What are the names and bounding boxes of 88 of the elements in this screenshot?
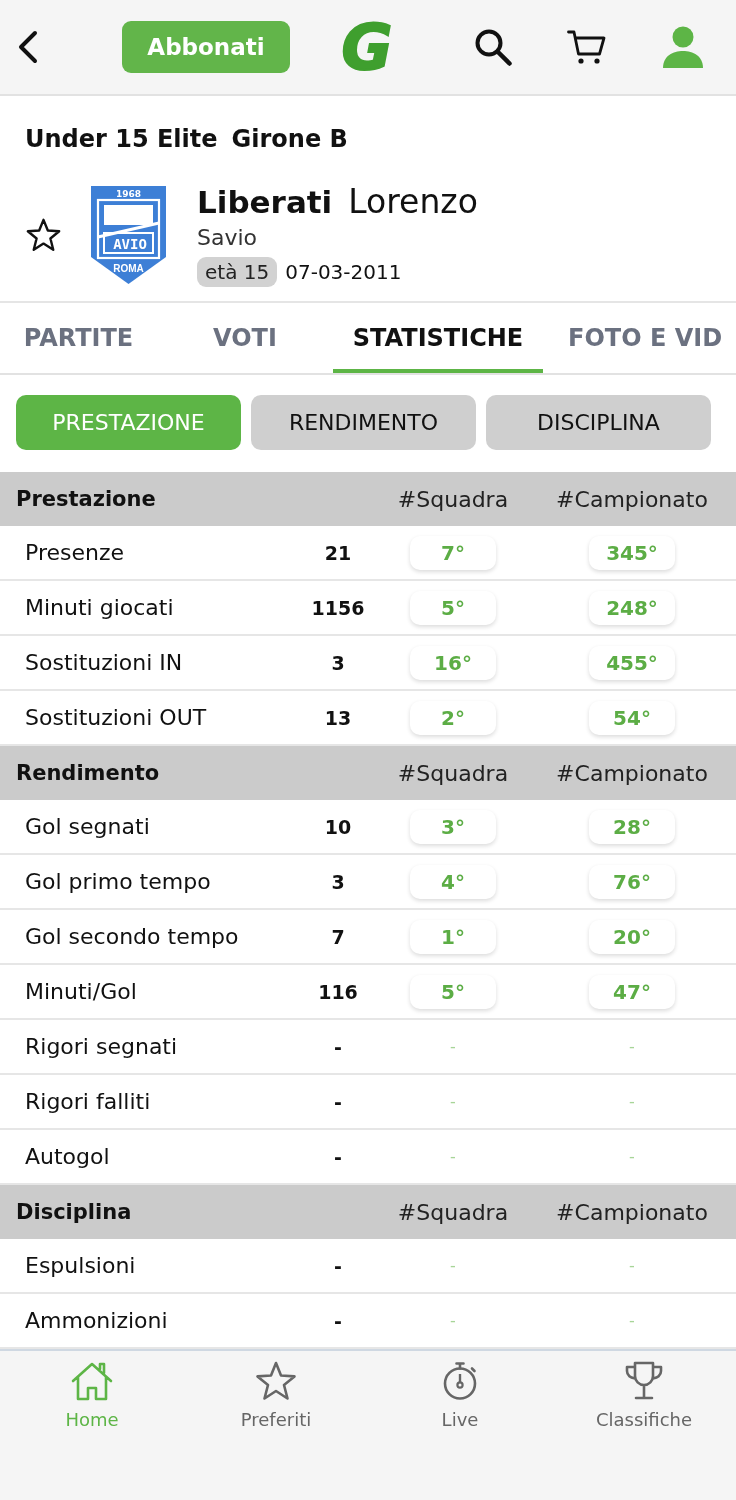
stat-label: Ammonizioni <box>25 1308 168 1333</box>
star-icon <box>255 1361 297 1401</box>
competition-name: Under 15 Elite <box>25 125 218 153</box>
league-rank-text: - <box>629 1256 635 1275</box>
team-rank-text: - <box>450 1311 456 1330</box>
column-heading: #Squadra <box>397 486 509 512</box>
app-logo[interactable]: G <box>340 18 396 76</box>
section-tab[interactable]: FOTO E VID <box>543 303 723 373</box>
stat-label: Sostituzioni IN <box>25 650 183 675</box>
team-rank-pill: 4° <box>410 864 496 899</box>
stat-value: - <box>334 1309 342 1332</box>
back-icon[interactable] <box>16 30 40 64</box>
birth-date: 07-03-2011 <box>285 260 402 284</box>
stat-value: 3 <box>331 870 345 893</box>
league-rank-text: - <box>629 1147 635 1166</box>
stat-value: - <box>334 1035 342 1058</box>
stat-label: Gol segnati <box>25 814 150 839</box>
team-rank-pill: 5° <box>410 974 496 1009</box>
stat-label: Autogol <box>25 1144 110 1169</box>
team-rank-pill: 3° <box>410 809 496 844</box>
team-rank-text: - <box>450 1037 456 1056</box>
team-rank-text: - <box>450 1147 456 1166</box>
league-rank-pill: 54° <box>589 700 675 735</box>
player-surname: Liberati <box>197 183 333 221</box>
stat-label: Minuti giocati <box>25 595 174 620</box>
stat-label: Rigori segnati <box>25 1034 178 1059</box>
league-rank-text: - <box>629 1037 635 1056</box>
stat-value: 3 <box>331 651 345 674</box>
section-tab[interactable]: STATISTICHE <box>333 303 543 373</box>
league-rank-text: - <box>629 1092 635 1111</box>
stat-label: Rigori falliti <box>25 1089 151 1114</box>
column-heading: #Campionato <box>556 486 708 512</box>
filter-button[interactable]: RENDIMENTO <box>251 395 476 450</box>
house-icon <box>71 1361 113 1401</box>
stat-value: - <box>334 1145 342 1168</box>
player-first-name: Lorenzo <box>348 183 478 221</box>
team-rank-pill: 5° <box>410 590 496 625</box>
stat-label: Espulsioni <box>25 1253 136 1278</box>
section-tab[interactable]: PARTITE <box>0 303 157 373</box>
league-rank-pill: 28° <box>589 809 675 844</box>
section-title: Prestazione <box>16 487 156 511</box>
team-rank-pill: 7° <box>410 535 496 570</box>
cart-icon[interactable] <box>567 29 607 65</box>
league-rank-text: - <box>629 1311 635 1330</box>
favorite-star-icon[interactable] <box>25 217 62 253</box>
search-icon[interactable] <box>474 28 512 66</box>
stat-value: - <box>334 1254 342 1277</box>
subscribe-button[interactable]: Abbonati <box>122 21 290 73</box>
team-rank-text: - <box>450 1092 456 1111</box>
stat-value: 116 <box>318 980 358 1003</box>
filter-button[interactable]: PRESTAZIONE <box>16 395 241 450</box>
stat-value: 21 <box>324 541 352 564</box>
section-title: Disciplina <box>16 1200 132 1224</box>
column-heading: #Squadra <box>397 760 509 786</box>
trophy-icon <box>623 1361 665 1401</box>
league-rank-pill: 248° <box>589 590 675 625</box>
section-title: Rendimento <box>16 761 160 785</box>
league-rank-pill: 455° <box>589 645 675 680</box>
player-team: Savio <box>197 225 258 251</box>
league-rank-pill: 345° <box>589 535 675 570</box>
team-crest: 1968 AVIO ROMA <box>90 185 167 285</box>
filter-button[interactable]: DISCIPLINA <box>486 395 711 450</box>
stat-label: Minuti/Gol <box>25 979 137 1004</box>
team-rank-text: - <box>450 1256 456 1275</box>
column-heading: #Campionato <box>556 1199 708 1225</box>
stat-value: 13 <box>324 706 352 729</box>
team-rank-pill: 1° <box>410 919 496 954</box>
league-rank-pill: 20° <box>589 919 675 954</box>
stat-value: 7 <box>331 925 345 948</box>
stat-value: 10 <box>324 815 352 838</box>
stat-value: 1156 <box>311 596 365 619</box>
stat-label: Presenze <box>25 540 124 565</box>
league-rank-pill: 76° <box>589 864 675 899</box>
team-rank-pill: 2° <box>410 700 496 735</box>
nav-item[interactable]: Classifiche <box>591 1361 697 1430</box>
stat-value: - <box>334 1090 342 1113</box>
column-heading: #Squadra <box>397 1199 509 1225</box>
stat-label: Gol primo tempo <box>25 869 211 894</box>
nav-item[interactable]: Preferiti <box>236 1361 316 1430</box>
stat-label: Gol secondo tempo <box>25 924 239 949</box>
competition-group: Girone B <box>231 125 348 153</box>
section-tab[interactable]: VOTI <box>157 303 333 373</box>
league-rank-pill: 47° <box>589 974 675 1009</box>
age-badge: età 15 <box>197 257 278 287</box>
nav-item[interactable]: Live <box>435 1361 485 1430</box>
stat-label: Sostituzioni OUT <box>25 705 207 730</box>
team-rank-pill: 16° <box>410 645 496 680</box>
column-heading: #Campionato <box>556 760 708 786</box>
